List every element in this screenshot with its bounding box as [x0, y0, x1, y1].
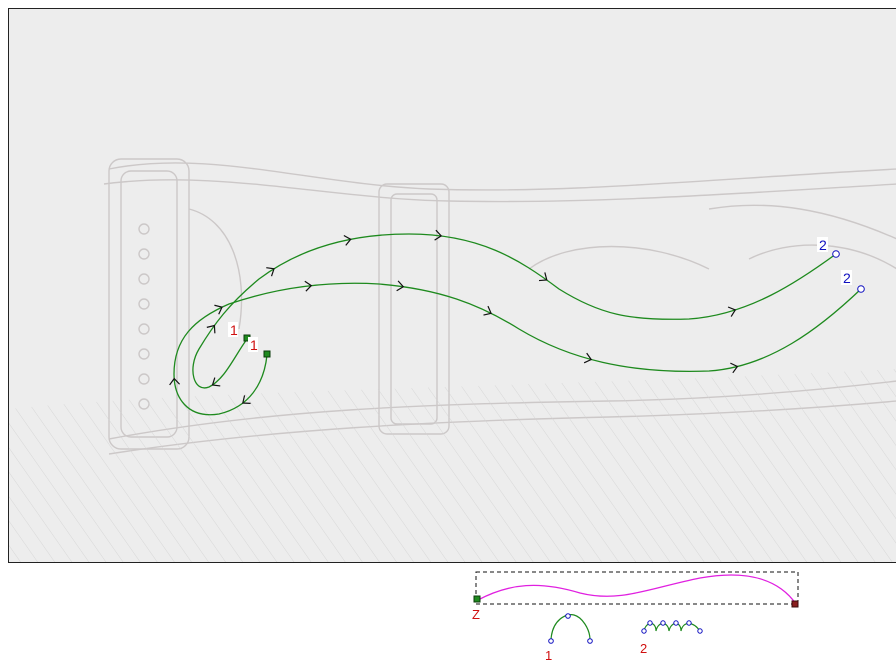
- bottom-svg: Z 1 2: [472, 571, 799, 663]
- preview-start-handle[interactable]: [473, 595, 481, 603]
- loops-dot-4: [673, 620, 679, 626]
- inner-start-handle[interactable]: [263, 350, 271, 358]
- inner-end-handle[interactable]: [857, 285, 865, 293]
- outer-end-label: 2: [819, 237, 827, 253]
- outer-start-label: 1: [230, 322, 238, 338]
- drawing-canvas[interactable]: 1 1 2 2: [8, 8, 896, 563]
- preview-curve[interactable]: [477, 574, 797, 605]
- option-1-label: 1: [545, 648, 552, 663]
- bottom-panel: Z 1 2: [0, 563, 896, 664]
- inner-start-label: 1: [250, 337, 258, 353]
- canvas-svg: 1 1 2 2: [9, 9, 896, 562]
- single-arch-top-dot: [565, 613, 571, 619]
- loops-dot-5: [686, 620, 692, 626]
- inner-end-label: 2: [843, 270, 851, 286]
- preview-end-handle[interactable]: [791, 600, 799, 608]
- option-2-label: 2: [640, 641, 647, 656]
- preview-start-label: Z: [472, 607, 480, 622]
- option-loops[interactable]: 2: [640, 620, 703, 656]
- single-arch-end-dot: [587, 638, 593, 644]
- loops-icon: [643, 622, 701, 632]
- loops-dot-2: [647, 620, 653, 626]
- outer-end-handle[interactable]: [832, 250, 840, 258]
- loops-dot-1: [641, 628, 647, 634]
- option-single-arch[interactable]: 1: [545, 613, 593, 663]
- loops-dot-3: [660, 620, 666, 626]
- single-arch-start-dot: [548, 638, 554, 644]
- single-arch-icon: [550, 614, 591, 641]
- loops-dot-6: [697, 628, 703, 634]
